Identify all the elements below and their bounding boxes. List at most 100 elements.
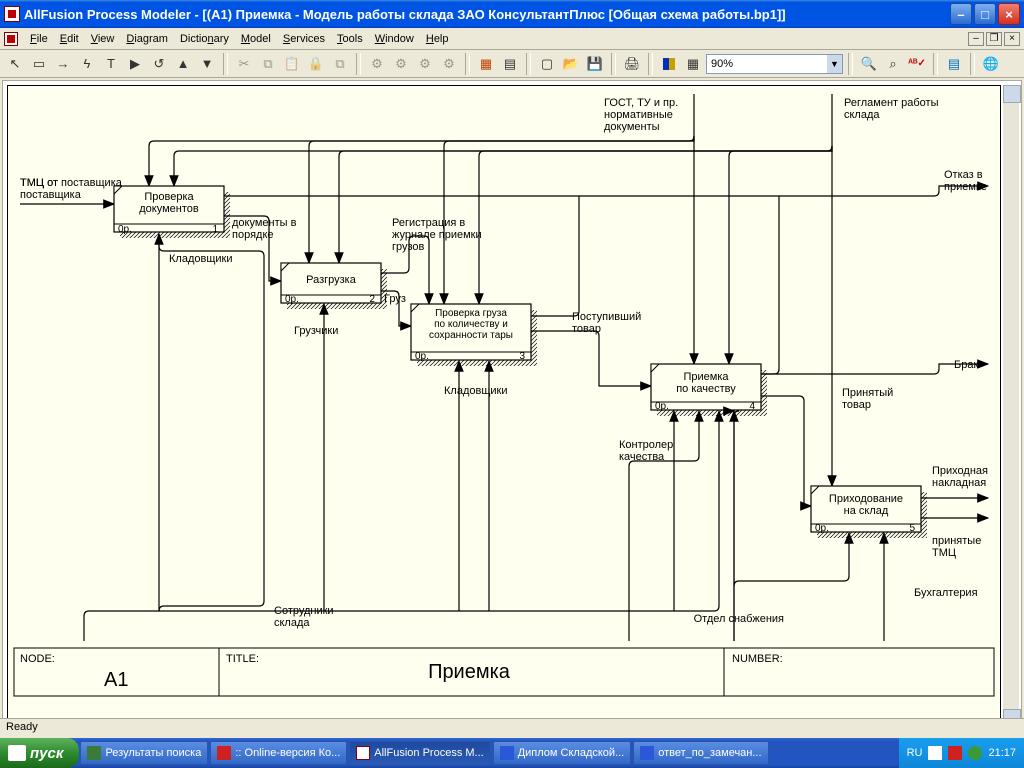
zoom-input[interactable] xyxy=(707,55,827,73)
zoomfit-button[interactable]: ⌕ xyxy=(882,53,904,75)
menu-file[interactable]: File xyxy=(24,31,54,47)
svg-text:Бухгалтерия: Бухгалтерия xyxy=(914,587,978,599)
svg-text:NODE:: NODE: xyxy=(20,653,55,665)
menu-help[interactable]: Help xyxy=(420,31,455,47)
menu-services[interactable]: Services xyxy=(277,31,331,47)
new-button[interactable]: ▢ xyxy=(536,53,558,75)
svg-text:документы впорядке: документы впорядке xyxy=(232,217,297,241)
svg-text:Контролеркачества: Контролеркачества xyxy=(619,439,673,463)
arrow-tool-button[interactable]: → xyxy=(52,53,74,75)
app-icon xyxy=(4,6,20,22)
svg-text:TITLE:: TITLE: xyxy=(226,653,259,665)
menu-model[interactable]: Model xyxy=(235,31,277,47)
open-button[interactable]: 📂 xyxy=(560,53,582,75)
taskbar-item[interactable]: AllFusion Process M... xyxy=(349,741,490,765)
menu-dictionary[interactable]: Dictionary xyxy=(174,31,235,47)
word-icon xyxy=(640,746,654,760)
mdi-close-button[interactable]: × xyxy=(1004,32,1020,46)
link3-button[interactable]: ⚙ xyxy=(414,53,436,75)
mdi-minimize-button[interactable]: – xyxy=(968,32,984,46)
link4-button[interactable]: ⚙ xyxy=(438,53,460,75)
taskbar: пуск Результаты поиска :: Online-версия … xyxy=(0,738,1024,768)
diagram-canvas[interactable]: ТМЦ от поставщика ТМЦ отпоставщика ГОСТ,… xyxy=(7,85,1001,727)
report-button[interactable]: ▦ xyxy=(475,53,497,75)
zoom-combo[interactable]: ▼ xyxy=(706,54,843,74)
mdi-restore-button[interactable]: ❐ xyxy=(986,32,1002,46)
language-indicator[interactable]: RU xyxy=(907,747,923,759)
text-tool-button[interactable]: T xyxy=(100,53,122,75)
opera-icon xyxy=(217,746,231,760)
svg-text:Проверкадокументов: Проверкадокументов xyxy=(139,191,199,215)
copy2-button[interactable]: ⧉ xyxy=(329,53,351,75)
grid-button[interactable]: ▦ xyxy=(682,53,704,75)
word-icon xyxy=(500,746,514,760)
start-button[interactable]: пуск xyxy=(0,738,79,768)
statusbar: Ready xyxy=(0,718,1024,738)
menu-diagram[interactable]: Diagram xyxy=(120,31,174,47)
link2-button[interactable]: ⚙ xyxy=(390,53,412,75)
svg-text:Поступившийтовар: Поступившийтовар xyxy=(572,311,641,335)
lock-button[interactable]: 🔒 xyxy=(305,53,327,75)
avira-icon[interactable] xyxy=(948,746,962,760)
canvas-area: ТМЦ от поставщика ТМЦ отпоставщика ГОСТ,… xyxy=(2,80,1022,748)
menu-view[interactable]: View xyxy=(85,31,121,47)
menu-window[interactable]: Window xyxy=(369,31,420,47)
svg-text:0р.: 0р. xyxy=(118,224,132,235)
model-explorer-button[interactable]: ▤ xyxy=(943,53,965,75)
nav-down-button[interactable]: ▼ xyxy=(196,53,218,75)
spellcheck-button[interactable]: ᴬᴮ✓ xyxy=(906,53,928,75)
svg-text:A1: A1 xyxy=(104,669,128,691)
minimize-button[interactable]: – xyxy=(950,3,972,25)
tray-icon[interactable] xyxy=(968,746,982,760)
svg-text:Отдел снабжения: Отдел снабжения xyxy=(694,613,784,625)
undo-button[interactable]: ↺ xyxy=(148,53,170,75)
squiggle-tool-button[interactable]: ϟ xyxy=(76,53,98,75)
menu-edit[interactable]: Edit xyxy=(54,31,85,47)
pointer-tool-button[interactable]: ↖ xyxy=(4,53,26,75)
taskbar-item[interactable]: Диплом Складской... xyxy=(493,741,632,765)
world-button[interactable]: 🌐 xyxy=(980,53,1002,75)
zoom-dropdown-button[interactable]: ▼ xyxy=(827,55,842,73)
svg-text:Приемка: Приемка xyxy=(428,661,511,683)
svg-text:3: 3 xyxy=(519,351,525,362)
maximize-button[interactable]: □ xyxy=(974,3,996,25)
svg-text:Кладовщики: Кладовщики xyxy=(169,253,232,265)
svg-text:ГОСТ, ТУ и пр.нормативныедокум: ГОСТ, ТУ и пр.нормативныедокументы xyxy=(604,97,678,133)
svg-text:Разгрузка: Разгрузка xyxy=(306,274,357,286)
taskbar-item[interactable]: Результаты поиска xyxy=(80,741,208,765)
status-text: Ready xyxy=(6,721,38,733)
cut-button[interactable]: ✂ xyxy=(233,53,255,75)
system-tray[interactable]: RU 21:17 xyxy=(899,738,1024,768)
activity-tool-button[interactable]: ▭ xyxy=(28,53,50,75)
paste-button[interactable]: 📋 xyxy=(281,53,303,75)
svg-text:0р.: 0р. xyxy=(815,523,829,534)
nav-up-button[interactable]: ▲ xyxy=(172,53,194,75)
menu-tools[interactable]: Tools xyxy=(331,31,369,47)
print-button[interactable]: 🖨 xyxy=(621,53,643,75)
window-title: AllFusion Process Modeler - [(A1) Приемк… xyxy=(24,7,950,22)
tray-icon[interactable] xyxy=(928,746,942,760)
dictionary-button[interactable]: ▤ xyxy=(499,53,521,75)
taskbar-item[interactable]: ответ_по_замечан... xyxy=(633,741,768,765)
link1-button[interactable]: ⚙ xyxy=(366,53,388,75)
svg-text:0р.: 0р. xyxy=(415,351,429,362)
svg-text:Приходнаянакладная: Приходнаянакладная xyxy=(932,465,988,489)
svg-text:принятыеТМЦ: принятыеТМЦ xyxy=(932,535,981,559)
taskbar-item[interactable]: :: Online-версия Ко... xyxy=(210,741,347,765)
go-parent-button[interactable]: ▶ xyxy=(124,53,146,75)
svg-text:1: 1 xyxy=(212,224,218,235)
close-button[interactable]: × xyxy=(998,3,1020,25)
copy-button[interactable]: ⧉ xyxy=(257,53,279,75)
svg-text:Груз: Груз xyxy=(384,293,406,305)
svg-text:0р.: 0р. xyxy=(655,401,669,412)
svg-text:2: 2 xyxy=(369,294,375,305)
svg-text:Кладовщики: Кладовщики xyxy=(444,385,507,397)
clock[interactable]: 21:17 xyxy=(988,747,1016,759)
svg-text:Проверка грузапо количеству ис: Проверка грузапо количеству исохранности… xyxy=(429,308,513,341)
allfusion-icon xyxy=(356,746,370,760)
zoomin-button[interactable]: 🔍 xyxy=(858,53,880,75)
save-button[interactable]: 💾 xyxy=(584,53,606,75)
vertical-scrollbar[interactable] xyxy=(1003,85,1019,727)
svg-text:NUMBER:: NUMBER: xyxy=(732,653,783,665)
flag-button[interactable] xyxy=(658,53,680,75)
